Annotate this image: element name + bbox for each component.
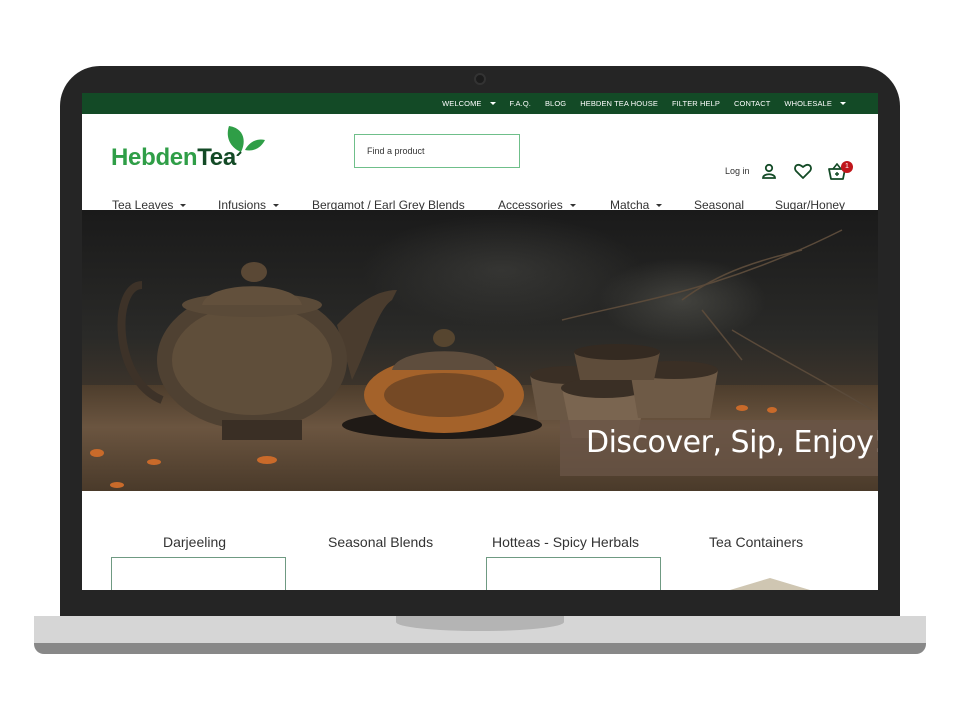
category-tea-containers[interactable]: Tea Containers (709, 534, 803, 550)
logo-text: HebdenTea (111, 144, 236, 172)
site-logo[interactable]: HebdenTea (111, 124, 271, 172)
topbar-contact-label: CONTACT (734, 99, 771, 108)
topbar-wholesale-label: WHOLESALE (784, 99, 832, 108)
hero-banner[interactable]: Discover, Sip, Enjoy! (82, 210, 878, 491)
topbar-filter-help[interactable]: FILTER HELP (672, 99, 720, 108)
topbar-wholesale[interactable]: WHOLESALE (784, 99, 846, 108)
topbar-contact[interactable]: CONTACT (734, 99, 770, 108)
category-card-darjeeling[interactable] (111, 557, 286, 590)
topbar-blog[interactable]: BLOG (545, 99, 566, 108)
category-hotteas[interactable]: Hotteas - Spicy Herbals (492, 534, 639, 550)
cart-count-badge: 1 (841, 161, 853, 173)
caret-down-icon (180, 203, 187, 207)
topbar-welcome-label: WELCOME (442, 99, 482, 108)
user-icon[interactable] (761, 163, 777, 179)
search-input[interactable] (354, 134, 520, 168)
top-utility-bar: WELCOME F.A.Q. BLOG HEBDEN TEA HOUSE FIL… (82, 93, 878, 114)
hero-tagline: Discover, Sip, Enjoy! (586, 425, 878, 460)
topbar-filter-help-label: FILTER HELP (671, 99, 720, 108)
laptop-base-bottom (34, 643, 926, 654)
topbar-tea-house-label: HEBDEN TEA HOUSE (580, 99, 658, 108)
caret-down-icon (569, 203, 576, 207)
caret-down-icon (489, 102, 496, 105)
sugar-pot-illustration (342, 329, 542, 439)
topbar-blog-label: BLOG (544, 99, 567, 108)
logo-part1: Hebden (111, 144, 198, 171)
tea-leaf-icon (227, 126, 265, 156)
topbar-tea-house[interactable]: HEBDEN TEA HOUSE (580, 99, 658, 108)
topbar-faq-label: F.A.Q. (509, 99, 531, 108)
caret-down-icon (273, 203, 280, 207)
website-screen: WELCOME F.A.Q. BLOG HEBDEN TEA HOUSE FIL… (82, 93, 878, 590)
caret-down-icon (656, 203, 663, 207)
heart-icon[interactable] (794, 163, 812, 179)
teapot-illustration (117, 262, 397, 440)
category-card-hotteas[interactable] (486, 557, 661, 590)
site-header: HebdenTea Log in 1 Tea Leaves Infu (82, 114, 878, 212)
tea-container-thumbnail[interactable] (730, 578, 810, 590)
webcam-icon (474, 73, 486, 85)
topbar-faq[interactable]: F.A.Q. (510, 99, 531, 108)
category-darjeeling[interactable]: Darjeeling (163, 534, 226, 550)
category-seasonal-blends[interactable]: Seasonal Blends (328, 534, 433, 550)
login-link[interactable]: Log in (725, 166, 750, 176)
topbar-welcome[interactable]: WELCOME (442, 99, 496, 108)
caret-down-icon (840, 102, 846, 105)
